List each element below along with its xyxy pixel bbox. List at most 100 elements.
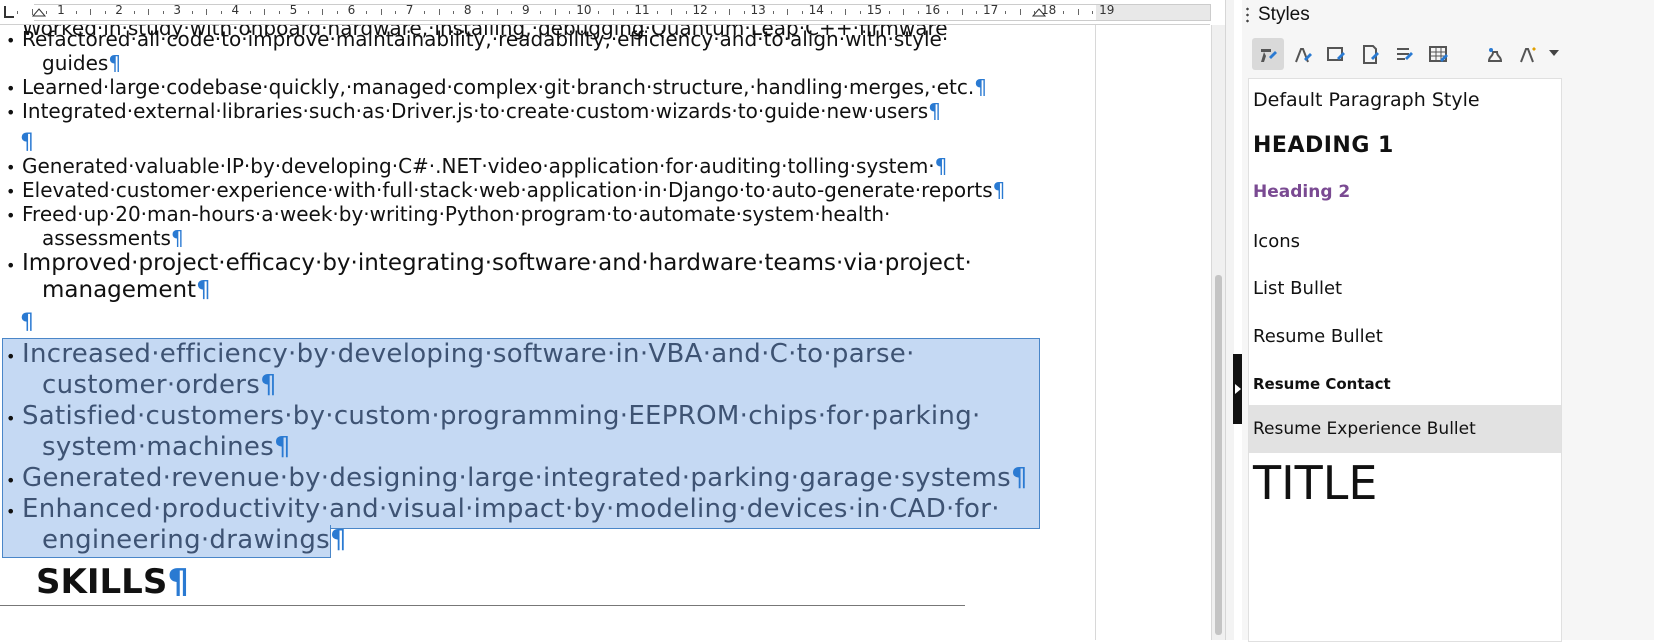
ruler-tick [307, 11, 309, 14]
style-item[interactable]: Icons [1249, 227, 1561, 257]
paragraph-line: Satisfied·customers·by·custom·programmin… [22, 401, 981, 431]
page-gutter [1096, 25, 1212, 640]
document-page[interactable]: Worked·in·study·with·onboard·hardware,·i… [0, 25, 1096, 640]
pilcrow-mark: ¶ [928, 99, 941, 123]
style-item[interactable]: HEADING 1 [1249, 129, 1561, 163]
drag-grip-icon[interactable] [1246, 6, 1249, 24]
line-text: Elevated·customer·experience·with·full·s… [22, 178, 993, 202]
ruler-tick [961, 9, 963, 15]
style-item[interactable]: Resume Experience Bullet [1249, 405, 1561, 453]
frame-styles-button[interactable] [1320, 38, 1352, 70]
pilcrow-mark: ¶ [974, 75, 987, 99]
line-text: Increased·efficiency·by·developing·softw… [22, 339, 915, 369]
fill-format-mode-button[interactable] [1478, 38, 1510, 70]
character-styles-icon [1295, 48, 1312, 63]
ruler-tick [1019, 9, 1021, 15]
sidebar-title: Styles [1258, 4, 1310, 25]
ruler-number: 13 [750, 3, 766, 17]
style-item[interactable]: Default Paragraph Style [1249, 85, 1561, 115]
pilcrow-mark: ¶ [274, 432, 291, 462]
ruler-tick [830, 11, 832, 14]
styles-actions-button[interactable] [1512, 38, 1544, 70]
ruler-tick [671, 9, 673, 15]
ruler-number: 1 [57, 3, 65, 17]
paragraph-line: Generated·valuable·IP·by·developing·C#·.… [22, 154, 947, 178]
ruler-tick [46, 11, 48, 14]
fill-format-mode-icon [1487, 48, 1503, 62]
ruler-tick [511, 11, 513, 14]
ruler-number: 9 [521, 3, 530, 17]
ruler-tick [191, 11, 193, 14]
line-text: Learned·large·codebase·quickly,·managed·… [22, 75, 975, 99]
left-indent-marker-icon[interactable] [32, 8, 46, 20]
bullet-glyph: • [6, 206, 16, 225]
sidebar-header: Styles [1242, 0, 1584, 30]
style-item[interactable]: Resume Bullet [1249, 322, 1561, 352]
paragraph-line: system·machines¶ [42, 432, 291, 462]
style-item[interactable]: Resume Contact [1249, 371, 1561, 397]
ruler-tick [598, 11, 600, 14]
list-styles-button[interactable] [1388, 38, 1420, 70]
ruler-tick [859, 11, 861, 14]
horizontal-ruler[interactable]: 1 2 3 4 5 6 7 8 9 10 11 12 13 14 15 16 17 18 19 [0, 0, 1211, 25]
line-text: assessments [42, 226, 171, 250]
ruler-tick [743, 11, 745, 14]
ruler-number: 3 [173, 3, 182, 17]
ruler-tick [438, 9, 440, 15]
paragraph-line: management¶ [42, 277, 211, 303]
paragraph-line: Enhanced·productivity·and·visual·impact·… [22, 494, 1000, 524]
ruler-number: 6 [347, 3, 356, 17]
ruler-tick [148, 9, 150, 15]
ruler-tick [322, 9, 324, 15]
bullet-glyph: • [6, 470, 16, 490]
frame-styles-icon [1327, 47, 1345, 61]
ruler-tick [801, 11, 803, 14]
ruler-tick [685, 11, 687, 14]
tab-stop-selector-icon[interactable] [4, 6, 14, 18]
style-item[interactable]: Heading 2 [1249, 177, 1561, 207]
line-text: Satisfied·customers·by·custom·programmin… [22, 401, 981, 431]
ruler-tick [380, 9, 382, 15]
ruler-tick [482, 11, 484, 14]
document-vertical-scrollbar[interactable] [1212, 25, 1225, 640]
skills-heading: SKILLS¶ [36, 562, 189, 602]
page-styles-button[interactable] [1354, 38, 1386, 70]
line-text: Refactored·all·code·to·improve·maintaina… [22, 27, 949, 51]
line-text: guides [42, 51, 109, 75]
ruler-tick [17, 11, 19, 14]
ruler-tick [627, 11, 629, 14]
sidebar-splitter[interactable] [1225, 0, 1234, 640]
collapse-sidebar-button[interactable] [1233, 354, 1242, 424]
bullet-glyph: • [6, 103, 16, 122]
scrollbar-thumb[interactable] [1215, 275, 1222, 635]
ruler-tick [1077, 9, 1079, 15]
ruler-tick [104, 11, 106, 14]
chevron-down-icon[interactable] [1549, 50, 1559, 56]
line-text: Generated·revenue·by·designing·large·int… [22, 463, 1011, 493]
ruler-tick [569, 11, 571, 14]
bullet-glyph: • [6, 158, 16, 177]
styles-list[interactable]: Default Paragraph Style HEADING 1 Heading … [1248, 78, 1562, 642]
bullet-glyph: • [6, 408, 16, 428]
ruler-tick [424, 11, 426, 14]
ruler-tick [133, 11, 135, 14]
style-item[interactable]: List Bullet [1249, 274, 1561, 304]
line-text: engineering·drawings [42, 525, 330, 555]
styles-actions-icon [1520, 47, 1536, 63]
line-text: customer·orders [42, 370, 261, 400]
character-styles-button[interactable] [1286, 38, 1318, 70]
bullet-glyph: • [6, 346, 16, 366]
ruler-tick [714, 11, 716, 14]
paragraph-styles-button[interactable] [1252, 38, 1284, 70]
style-item[interactable]: TITLE [1249, 453, 1561, 513]
ruler-number: 12 [692, 3, 708, 17]
ruler-tick [917, 11, 919, 14]
ruler-tick [75, 11, 77, 14]
ruler-tick [1005, 11, 1007, 14]
table-styles-button[interactable] [1422, 38, 1454, 70]
pilcrow-mark: ¶ [260, 370, 277, 400]
ruler-tick [395, 11, 397, 14]
page-styles-icon [1363, 45, 1379, 64]
ruler-tick [249, 11, 251, 14]
ruler-number: 2 [115, 3, 123, 17]
